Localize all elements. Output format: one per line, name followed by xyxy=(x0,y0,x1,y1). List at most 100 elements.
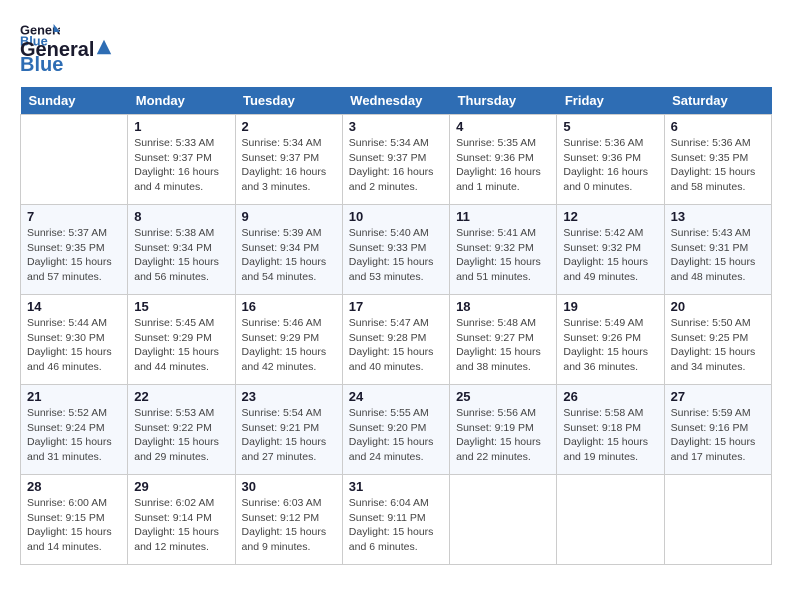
day-number: 22 xyxy=(134,389,228,404)
weekday-header-thursday: Thursday xyxy=(450,87,557,115)
day-info: Sunrise: 5:36 AM Sunset: 9:36 PM Dayligh… xyxy=(563,136,657,195)
day-info: Sunrise: 5:44 AM Sunset: 9:30 PM Dayligh… xyxy=(27,316,121,375)
day-number: 28 xyxy=(27,479,121,494)
weekday-header-tuesday: Tuesday xyxy=(235,87,342,115)
weekday-header-wednesday: Wednesday xyxy=(342,87,449,115)
day-number: 19 xyxy=(563,299,657,314)
day-info: Sunrise: 6:00 AM Sunset: 9:15 PM Dayligh… xyxy=(27,496,121,555)
day-number: 24 xyxy=(349,389,443,404)
day-number: 5 xyxy=(563,119,657,134)
week-row-1: 1 Sunrise: 5:33 AM Sunset: 9:37 PM Daylig… xyxy=(21,115,772,205)
day-number: 4 xyxy=(456,119,550,134)
day-number: 11 xyxy=(456,209,550,224)
day-number: 12 xyxy=(563,209,657,224)
calendar-cell: 20 Sunrise: 5:50 AM Sunset: 9:25 PM Dayli… xyxy=(664,295,771,385)
calendar-cell: 2 Sunrise: 5:34 AM Sunset: 9:37 PM Daylig… xyxy=(235,115,342,205)
calendar-cell: 31 Sunrise: 6:04 AM Sunset: 9:11 PM Dayli… xyxy=(342,475,449,565)
day-info: Sunrise: 5:42 AM Sunset: 9:32 PM Dayligh… xyxy=(563,226,657,285)
day-info: Sunrise: 5:43 AM Sunset: 9:31 PM Dayligh… xyxy=(671,226,765,285)
calendar-cell xyxy=(557,475,664,565)
calendar-cell: 22 Sunrise: 5:53 AM Sunset: 9:22 PM Dayli… xyxy=(128,385,235,475)
calendar-cell: 5 Sunrise: 5:36 AM Sunset: 9:36 PM Daylig… xyxy=(557,115,664,205)
day-number: 10 xyxy=(349,209,443,224)
day-number: 30 xyxy=(242,479,336,494)
day-info: Sunrise: 6:04 AM Sunset: 9:11 PM Dayligh… xyxy=(349,496,443,555)
day-number: 3 xyxy=(349,119,443,134)
day-info: Sunrise: 5:34 AM Sunset: 9:37 PM Dayligh… xyxy=(242,136,336,195)
day-number: 26 xyxy=(563,389,657,404)
calendar-cell: 1 Sunrise: 5:33 AM Sunset: 9:37 PM Daylig… xyxy=(128,115,235,205)
logo-triangle-icon xyxy=(95,38,113,56)
logo: General Blue General Blue xyxy=(20,20,114,77)
calendar-cell: 8Sunrise: 5:38 AM Sunset: 9:34 PM Daylig… xyxy=(128,205,235,295)
day-info: Sunrise: 5:45 AM Sunset: 9:29 PM Dayligh… xyxy=(134,316,228,375)
week-row-2: 7 Sunrise: 5:37 AM Sunset: 9:35 PM Daylig… xyxy=(21,205,772,295)
week-row-5: 28 Sunrise: 6:00 AM Sunset: 9:15 PM Dayli… xyxy=(21,475,772,565)
calendar-cell xyxy=(664,475,771,565)
day-number: 27 xyxy=(671,389,765,404)
calendar-table: SundayMondayTuesdayWednesdayThursdayFrid… xyxy=(20,87,772,565)
calendar-cell: 11 Sunrise: 5:41 AM Sunset: 9:32 PM Dayli… xyxy=(450,205,557,295)
day-number: 1 xyxy=(134,119,228,134)
weekday-header-sunday: Sunday xyxy=(21,87,128,115)
calendar-cell: 27 Sunrise: 5:59 AM Sunset: 9:16 PM Dayli… xyxy=(664,385,771,475)
calendar-cell: 7 Sunrise: 5:37 AM Sunset: 9:35 PM Daylig… xyxy=(21,205,128,295)
calendar-cell: 3 Sunrise: 5:34 AM Sunset: 9:37 PM Daylig… xyxy=(342,115,449,205)
day-number: 16 xyxy=(242,299,336,314)
week-row-4: 21Sunrise: 5:52 AM Sunset: 9:24 PM Dayli… xyxy=(21,385,772,475)
calendar-cell: 24Sunrise: 5:55 AM Sunset: 9:20 PM Dayli… xyxy=(342,385,449,475)
calendar-cell: 18 Sunrise: 5:48 AM Sunset: 9:27 PM Dayli… xyxy=(450,295,557,385)
day-number: 20 xyxy=(671,299,765,314)
day-info: Sunrise: 5:54 AM Sunset: 9:21 PM Dayligh… xyxy=(242,406,336,465)
day-info: Sunrise: 5:40 AM Sunset: 9:33 PM Dayligh… xyxy=(349,226,443,285)
calendar-cell: 13 Sunrise: 5:43 AM Sunset: 9:31 PM Dayli… xyxy=(664,205,771,295)
calendar-cell: 29Sunrise: 6:02 AM Sunset: 9:14 PM Dayli… xyxy=(128,475,235,565)
calendar-cell: 15Sunrise: 5:45 AM Sunset: 9:29 PM Dayli… xyxy=(128,295,235,385)
day-info: Sunrise: 5:49 AM Sunset: 9:26 PM Dayligh… xyxy=(563,316,657,375)
page-header: General Blue General Blue xyxy=(20,20,772,77)
calendar-cell: 4 Sunrise: 5:35 AM Sunset: 9:36 PM Daylig… xyxy=(450,115,557,205)
calendar-cell: 12 Sunrise: 5:42 AM Sunset: 9:32 PM Dayli… xyxy=(557,205,664,295)
day-number: 23 xyxy=(242,389,336,404)
calendar-cell: 21Sunrise: 5:52 AM Sunset: 9:24 PM Dayli… xyxy=(21,385,128,475)
week-row-3: 14Sunrise: 5:44 AM Sunset: 9:30 PM Dayli… xyxy=(21,295,772,385)
calendar-cell: 14Sunrise: 5:44 AM Sunset: 9:30 PM Dayli… xyxy=(21,295,128,385)
day-info: Sunrise: 5:50 AM Sunset: 9:25 PM Dayligh… xyxy=(671,316,765,375)
day-number: 13 xyxy=(671,209,765,224)
day-number: 31 xyxy=(349,479,443,494)
day-number: 21 xyxy=(27,389,121,404)
day-info: Sunrise: 5:41 AM Sunset: 9:32 PM Dayligh… xyxy=(456,226,550,285)
day-info: Sunrise: 5:53 AM Sunset: 9:22 PM Dayligh… xyxy=(134,406,228,465)
weekday-header-monday: Monday xyxy=(128,87,235,115)
calendar-cell: 28 Sunrise: 6:00 AM Sunset: 9:15 PM Dayli… xyxy=(21,475,128,565)
day-info: Sunrise: 5:36 AM Sunset: 9:35 PM Dayligh… xyxy=(671,136,765,195)
calendar-cell: 16Sunrise: 5:46 AM Sunset: 9:29 PM Dayli… xyxy=(235,295,342,385)
day-info: Sunrise: 5:37 AM Sunset: 9:35 PM Dayligh… xyxy=(27,226,121,285)
day-number: 2 xyxy=(242,119,336,134)
day-info: Sunrise: 5:59 AM Sunset: 9:16 PM Dayligh… xyxy=(671,406,765,465)
calendar-cell: 9Sunrise: 5:39 AM Sunset: 9:34 PM Daylig… xyxy=(235,205,342,295)
day-info: Sunrise: 5:35 AM Sunset: 9:36 PM Dayligh… xyxy=(456,136,550,195)
calendar-cell: 23 Sunrise: 5:54 AM Sunset: 9:21 PM Dayli… xyxy=(235,385,342,475)
day-info: Sunrise: 6:03 AM Sunset: 9:12 PM Dayligh… xyxy=(242,496,336,555)
day-info: Sunrise: 5:33 AM Sunset: 9:37 PM Dayligh… xyxy=(134,136,228,195)
weekday-header-saturday: Saturday xyxy=(664,87,771,115)
calendar-cell: 17 Sunrise: 5:47 AM Sunset: 9:28 PM Dayli… xyxy=(342,295,449,385)
day-number: 18 xyxy=(456,299,550,314)
weekday-header-friday: Friday xyxy=(557,87,664,115)
day-number: 6 xyxy=(671,119,765,134)
calendar-cell: 19 Sunrise: 5:49 AM Sunset: 9:26 PM Dayli… xyxy=(557,295,664,385)
day-info: Sunrise: 6:02 AM Sunset: 9:14 PM Dayligh… xyxy=(134,496,228,555)
day-info: Sunrise: 5:34 AM Sunset: 9:37 PM Dayligh… xyxy=(349,136,443,195)
day-number: 7 xyxy=(27,209,121,224)
day-info: Sunrise: 5:47 AM Sunset: 9:28 PM Dayligh… xyxy=(349,316,443,375)
day-number: 17 xyxy=(349,299,443,314)
calendar-cell: 6 Sunrise: 5:36 AM Sunset: 9:35 PM Daylig… xyxy=(664,115,771,205)
logo-blue-text: Blue xyxy=(20,54,63,77)
calendar-cell xyxy=(450,475,557,565)
calendar-cell: 30 Sunrise: 6:03 AM Sunset: 9:12 PM Dayli… xyxy=(235,475,342,565)
day-info: Sunrise: 5:58 AM Sunset: 9:18 PM Dayligh… xyxy=(563,406,657,465)
day-info: Sunrise: 5:48 AM Sunset: 9:27 PM Dayligh… xyxy=(456,316,550,375)
weekday-header-row: SundayMondayTuesdayWednesdayThursdayFrid… xyxy=(21,87,772,115)
day-info: Sunrise: 5:39 AM Sunset: 9:34 PM Dayligh… xyxy=(242,226,336,285)
